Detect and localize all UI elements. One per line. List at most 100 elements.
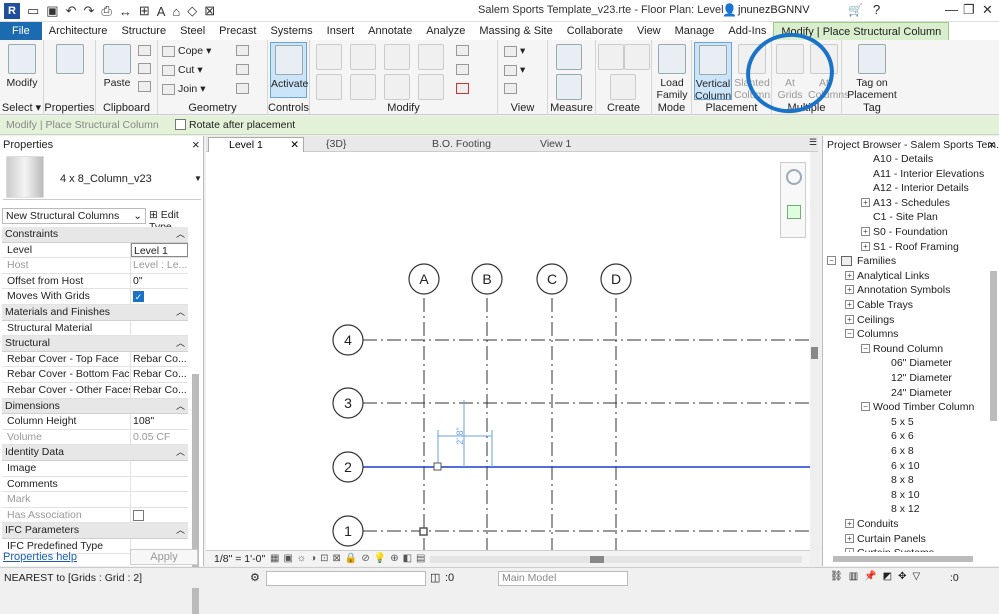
browser-item[interactable]: 24" Diameter xyxy=(891,386,952,400)
browser-item[interactable]: A10 - Details xyxy=(873,152,933,166)
browser-item[interactable]: Conduits xyxy=(857,517,898,531)
expand-icon[interactable]: + xyxy=(845,300,854,309)
browser-item[interactable]: Wood Timber Column xyxy=(873,400,974,414)
dimension-button[interactable] xyxy=(556,74,582,103)
grid-label-b[interactable]: B xyxy=(482,271,491,287)
tab-view[interactable]: View xyxy=(630,22,668,40)
browser-item[interactable]: Ceilings xyxy=(857,313,894,327)
browser-item[interactable]: S1 - Roof Framing xyxy=(873,240,959,254)
print-icon[interactable]: ⎙ xyxy=(101,3,111,19)
temp-hide-icon[interactable]: ⊘ xyxy=(361,553,369,564)
browser-item[interactable]: 12" Diameter xyxy=(891,371,952,385)
tabs-menu-icon[interactable]: ☰ xyxy=(809,137,817,148)
vertical-column-button[interactable]: Vertical Column xyxy=(694,42,732,102)
expand-icon[interactable]: + xyxy=(845,285,854,295)
grid-label-3[interactable]: 3 xyxy=(344,395,352,411)
split-tool[interactable] xyxy=(418,44,444,73)
grid-label-a[interactable]: A xyxy=(419,271,429,287)
delete-icon[interactable] xyxy=(456,83,469,94)
browser-item[interactable]: S0 - Foundation xyxy=(873,225,948,239)
user-name[interactable]: jnunezBGNNV xyxy=(738,4,810,16)
properties-button[interactable] xyxy=(48,44,92,77)
expand-icon[interactable]: + xyxy=(861,227,870,236)
property-value[interactable] xyxy=(131,321,188,336)
collapse-icon[interactable]: ︿ xyxy=(176,445,185,460)
browser-item[interactable]: Curtain Panels xyxy=(857,532,926,546)
linework-icon[interactable]: ▾ xyxy=(504,64,525,76)
expand-icon[interactable]: + xyxy=(845,314,854,324)
revit-logo[interactable]: R xyxy=(4,3,20,19)
cut-button[interactable]: Cut ▾ xyxy=(162,64,203,76)
grid-label-1[interactable]: 1 xyxy=(344,523,352,539)
browser-item[interactable]: A12 - Interior Details xyxy=(873,181,969,195)
browser-item[interactable]: 6 x 10 xyxy=(891,459,920,473)
select-by-face-icon[interactable]: ◩ xyxy=(883,571,892,582)
highlight-displacement-icon[interactable]: ▤ xyxy=(416,553,425,564)
tab-systems[interactable]: Systems xyxy=(263,22,319,40)
create-group-button[interactable] xyxy=(624,44,650,73)
steering-wheel-icon[interactable] xyxy=(786,169,802,185)
collapse-icon[interactable]: ︿ xyxy=(176,305,185,320)
section-icon[interactable]: ◇ xyxy=(187,3,197,19)
browser-item[interactable]: Cable Trays xyxy=(857,298,913,312)
drag-elements-icon[interactable]: ✥ xyxy=(898,571,906,582)
drawing-canvas[interactable]: A B C D 4 3 2 1 2' 8" xyxy=(206,152,810,550)
tab-view-1[interactable]: View 1 xyxy=(520,137,620,152)
tab-file[interactable]: File xyxy=(0,22,42,40)
browser-item[interactable]: 6 x 6 xyxy=(891,429,914,443)
grid-label-4[interactable]: 4 xyxy=(344,332,352,348)
type-selector[interactable]: 4 x 8_Column_v23 ▼ xyxy=(3,154,202,200)
property-value[interactable]: 108" xyxy=(131,414,188,429)
canvas-horizontal-scrollbar[interactable] xyxy=(430,556,802,563)
align-tool[interactable] xyxy=(316,44,342,73)
workset-dropdown[interactable] xyxy=(266,571,426,586)
temporary-dimension-value[interactable]: 2' 8" xyxy=(455,427,465,444)
browser-item[interactable]: Round Column xyxy=(873,342,943,356)
collapse-icon[interactable]: ︿ xyxy=(176,523,185,538)
expand-icon[interactable]: + xyxy=(861,197,870,207)
property-value[interactable]: ✓ xyxy=(131,289,188,304)
cope-button[interactable]: Cope ▾ xyxy=(162,45,211,57)
select-underlay-icon[interactable]: ▥ xyxy=(849,571,858,582)
move-tool[interactable] xyxy=(316,74,342,103)
rotate-tool[interactable] xyxy=(384,74,410,103)
shadows-icon[interactable]: ◑ xyxy=(310,553,316,564)
tab-massing-site[interactable]: Massing & Site xyxy=(472,22,559,40)
property-value[interactable]: Rebar Co... xyxy=(131,383,188,398)
expand-icon[interactable]: + xyxy=(845,533,854,543)
restore-button[interactable]: ❐ xyxy=(963,2,975,18)
pin-icon[interactable] xyxy=(456,45,469,56)
property-group-ifc-parameters[interactable]: IFC Parameters ︿ xyxy=(2,523,188,539)
copy-tool[interactable] xyxy=(350,74,376,103)
modify-button[interactable]: Modify xyxy=(3,44,41,89)
property-group-materials-and-finishes[interactable]: Materials and Finishes ︿ xyxy=(2,304,188,321)
property-group-structural[interactable]: Structural ︿ xyxy=(2,336,188,352)
zoom-icon[interactable] xyxy=(787,205,801,219)
tab-steel[interactable]: Steel xyxy=(173,22,212,40)
collapse-icon[interactable]: − xyxy=(861,343,870,353)
browser-item[interactable]: C1 - Site Plan xyxy=(873,210,938,224)
collapse-icon[interactable]: − xyxy=(827,256,836,266)
apply-button[interactable]: Apply xyxy=(130,549,198,565)
property-group-identity-data[interactable]: Identity Data ︿ xyxy=(2,445,188,461)
expand-icon[interactable]: + xyxy=(861,241,870,251)
hide-icon[interactable] xyxy=(504,83,517,94)
browser-item[interactable]: 8 x 10 xyxy=(891,488,920,502)
worksharing-icon[interactable]: ⊕ xyxy=(390,553,398,564)
property-value[interactable]: Level 1 xyxy=(131,242,188,258)
redo-icon[interactable]: ↷ xyxy=(84,3,95,19)
grid-label-c[interactable]: C xyxy=(547,271,557,287)
browser-item[interactable]: Families xyxy=(857,254,896,268)
column-preview[interactable] xyxy=(433,462,442,471)
tag-on-placement-button[interactable]: Tag on Placement xyxy=(846,44,898,101)
geometry-tool-1[interactable] xyxy=(236,45,249,56)
analytical-model-icon[interactable]: ◧ xyxy=(403,553,412,564)
browser-item[interactable]: A13 - Schedules xyxy=(873,196,950,210)
close-button[interactable]: ✕ xyxy=(982,2,993,18)
design-option-dropdown[interactable]: Main Model xyxy=(498,571,628,586)
browser-item[interactable]: 6 x 8 xyxy=(891,444,914,458)
measure-icon[interactable]: ↔ xyxy=(119,4,132,19)
tab-insert[interactable]: Insert xyxy=(320,22,362,40)
view-scale[interactable]: 1/8" = 1'-0" xyxy=(214,553,265,565)
browser-scrollbar[interactable] xyxy=(990,271,997,421)
